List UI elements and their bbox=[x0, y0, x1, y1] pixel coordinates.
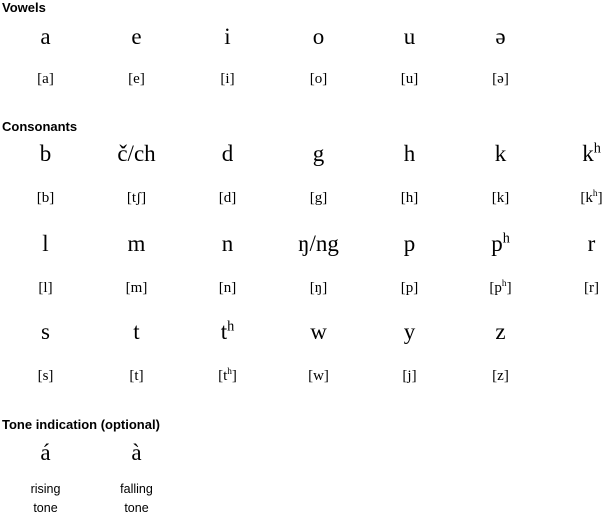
consonant-ipa: [s] bbox=[37, 368, 54, 384]
consonant-ipa: [m] bbox=[125, 280, 148, 296]
consonant-ipa-row-1: [b] [tʃ] [d] [g] [h] [k] [kh] bbox=[0, 187, 603, 209]
tone-label-empty bbox=[546, 480, 603, 518]
consonant-ipa: [d] bbox=[218, 190, 237, 206]
consonant-ipa-row-3: [s] [t] [th] [w] [j] [z] bbox=[0, 365, 603, 387]
tone-letter-rising: á bbox=[40, 440, 51, 465]
tone-letter-empty bbox=[455, 438, 546, 468]
consonant-ipa: [g] bbox=[309, 190, 328, 206]
tone-label-falling: falling tone bbox=[91, 480, 182, 518]
consonant-letter: p bbox=[403, 231, 416, 256]
tone-label-falling-line1: falling bbox=[120, 482, 153, 496]
consonant-ipa: [th] bbox=[218, 367, 237, 384]
tone-section-header: Tone indication (optional) bbox=[0, 417, 160, 432]
consonant-ipa: [j] bbox=[402, 368, 417, 384]
consonant-ipa: [n] bbox=[218, 280, 237, 296]
vowel-ipa: [e] bbox=[128, 71, 145, 87]
vowels-section-header: Vowels bbox=[0, 0, 46, 15]
consonant-letter: t bbox=[133, 319, 140, 344]
consonant-ipa: [r] bbox=[584, 280, 599, 296]
vowel-ipa: [o] bbox=[309, 71, 328, 87]
consonant-letter: r bbox=[587, 231, 596, 256]
vowel-letter: ə bbox=[495, 24, 506, 49]
tone-label-rising-line1: rising bbox=[30, 482, 61, 496]
consonant-letter-row-2: l m n ŋ/ng p ph r bbox=[0, 229, 603, 259]
consonant-letter: d bbox=[221, 141, 234, 166]
consonant-letter: b bbox=[39, 141, 52, 166]
vowels-title: Vowels bbox=[2, 0, 46, 15]
tone-label-falling-line2: tone bbox=[124, 501, 149, 515]
consonant-letter: th bbox=[220, 318, 235, 344]
consonant-letter: kh bbox=[582, 140, 601, 166]
vowel-letter: o bbox=[312, 24, 325, 49]
vowel-ipa: [i] bbox=[220, 71, 235, 87]
consonants-title: Consonants bbox=[2, 119, 78, 134]
consonant-letter: l bbox=[42, 231, 49, 256]
tone-label-rising: rising tone bbox=[0, 480, 91, 518]
consonant-ipa: [w] bbox=[308, 368, 329, 384]
consonant-ipa-row-2: [l] [m] [n] [ŋ] [p] [ph] [r] bbox=[0, 277, 603, 299]
vowel-ipa: [ə] bbox=[492, 71, 509, 87]
consonant-letter-row-3: s t th w y z bbox=[0, 317, 603, 347]
consonant-ipa: [kh] bbox=[580, 189, 603, 206]
vowel-letter: i bbox=[224, 24, 231, 49]
consonant-ipa: [b] bbox=[36, 190, 55, 206]
consonant-ipa: [t] bbox=[129, 368, 144, 384]
consonant-ipa: [tʃ] bbox=[126, 190, 147, 206]
consonant-ipa: [ŋ] bbox=[309, 280, 328, 296]
tone-letter-empty bbox=[273, 438, 364, 468]
consonant-letter: k bbox=[494, 141, 507, 166]
consonant-ipa: [l] bbox=[38, 280, 53, 296]
consonant-letter: m bbox=[127, 231, 146, 256]
consonant-letter: g bbox=[312, 141, 325, 166]
consonant-letter: ph bbox=[491, 230, 510, 256]
consonant-letter: h bbox=[403, 141, 416, 166]
consonant-letter: s bbox=[41, 319, 50, 344]
consonant-ipa: [p] bbox=[400, 280, 419, 296]
tone-label-empty bbox=[455, 480, 546, 518]
tone-letter-empty bbox=[182, 438, 273, 468]
consonant-ipa: [h] bbox=[400, 190, 419, 206]
tone-letter-empty bbox=[364, 438, 455, 468]
vowel-letter-empty bbox=[546, 22, 603, 52]
consonant-ipa-empty bbox=[546, 365, 603, 387]
tone-title: Tone indication (optional) bbox=[2, 417, 160, 432]
vowel-ipa-empty bbox=[546, 68, 603, 90]
consonants-section-header: Consonants bbox=[0, 119, 77, 134]
vowel-letter: a bbox=[40, 24, 51, 49]
tone-label-rising-line2: tone bbox=[33, 501, 58, 515]
vowels-letter-row: a e i o u ə bbox=[0, 22, 603, 52]
tone-letter-empty bbox=[546, 438, 603, 468]
vowel-ipa: [u] bbox=[400, 71, 419, 87]
vowel-letter: e bbox=[131, 24, 142, 49]
consonant-letter-row-1: b č/ch d g h k kh bbox=[0, 139, 603, 169]
tone-letter-row: á à bbox=[0, 438, 603, 468]
consonant-ipa: [ph] bbox=[489, 279, 512, 296]
consonant-letter: č/ch bbox=[117, 141, 156, 166]
consonant-letter-empty bbox=[546, 317, 603, 347]
vowel-ipa: [a] bbox=[37, 71, 54, 87]
tone-letter-falling: à bbox=[131, 440, 142, 465]
consonant-letter: y bbox=[403, 319, 416, 344]
consonant-ipa: [k] bbox=[491, 190, 510, 206]
consonant-letter: z bbox=[495, 319, 506, 344]
consonant-letter: w bbox=[310, 319, 327, 344]
consonant-letter: ŋ/ng bbox=[298, 231, 339, 256]
tone-label-empty bbox=[182, 480, 273, 518]
vowel-letter: u bbox=[403, 24, 416, 49]
tone-label-empty bbox=[273, 480, 364, 518]
tone-label-empty bbox=[364, 480, 455, 518]
consonant-letter: n bbox=[221, 231, 234, 256]
vowels-ipa-row: [a] [e] [i] [o] [u] [ə] bbox=[0, 68, 603, 90]
tone-label-row: rising tone falling tone bbox=[0, 480, 603, 518]
phonetic-chart: Vowels a e i o u ə [a] [e] [i] [o] [u] [… bbox=[0, 0, 603, 523]
consonant-ipa: [z] bbox=[492, 368, 509, 384]
